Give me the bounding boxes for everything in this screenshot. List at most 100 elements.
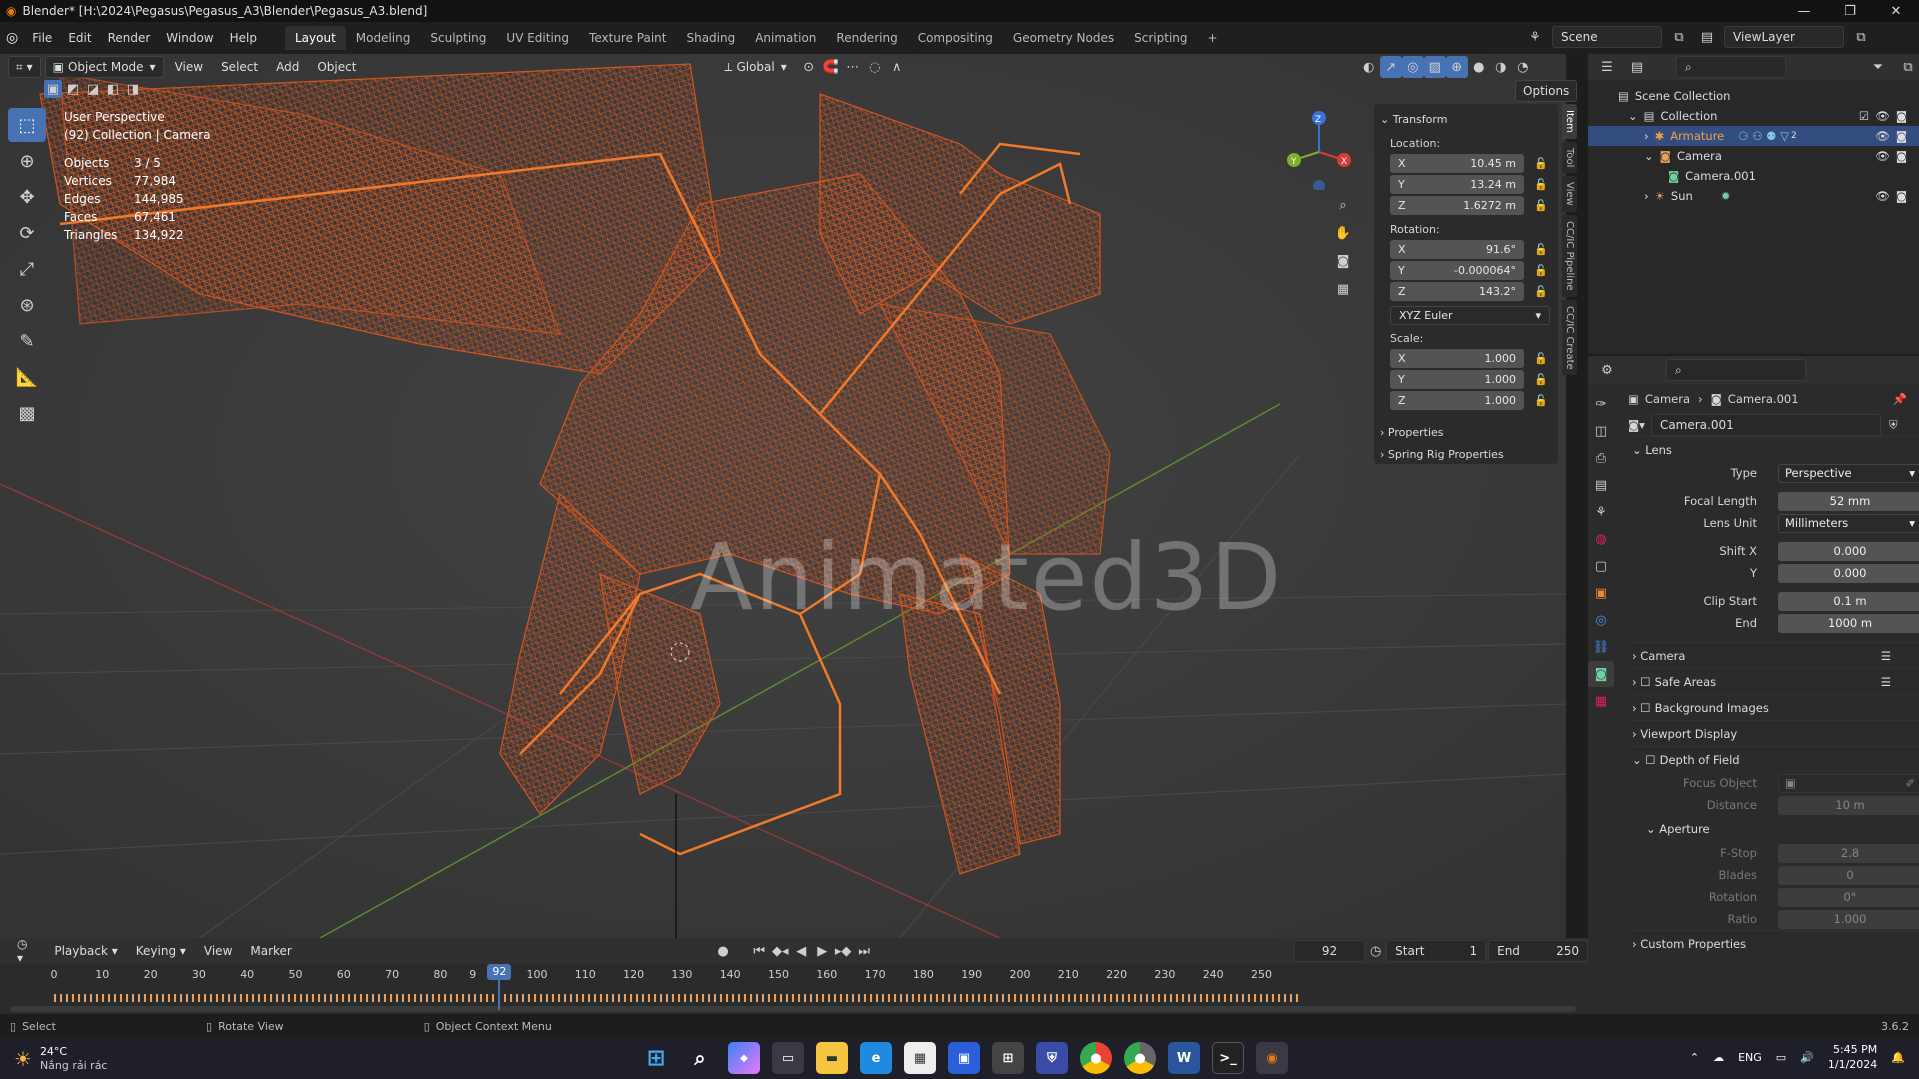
menu-playback[interactable]: Playback ▾ xyxy=(47,940,124,962)
world-tab-icon[interactable]: ◍ xyxy=(1588,526,1614,552)
clock-icon[interactable]: ◷ xyxy=(1365,940,1386,962)
focus-object-field[interactable]: ▣ ✐ xyxy=(1778,773,1919,793)
list-icon[interactable]: ☰ xyxy=(1881,675,1891,689)
proportional-edit-icon[interactable]: ◌ xyxy=(864,56,886,78)
windows-start-icon[interactable]: ⊞ xyxy=(640,1042,672,1074)
shift-y-field[interactable]: 0.000 xyxy=(1778,563,1919,583)
constraint-tab-icon[interactable]: ⛓ xyxy=(1588,634,1614,660)
eye-icon[interactable]: 👁 xyxy=(1875,129,1890,143)
prev-keyframe-icon[interactable]: ◆◂ xyxy=(770,940,791,962)
transform-tool-icon[interactable]: ⊛ xyxy=(8,288,46,322)
aperture-subpanel[interactable]: ⌄ Aperture xyxy=(1628,816,1919,842)
tab-tool[interactable]: Tool xyxy=(1562,141,1577,174)
menu-render[interactable]: Render xyxy=(100,31,159,45)
camera-render-icon[interactable]: ◙ xyxy=(1896,129,1907,143)
lock-icon[interactable]: 🔓 xyxy=(1534,157,1548,170)
measure-tool-icon[interactable]: 📐 xyxy=(8,360,46,394)
menu-timeline-view[interactable]: View xyxy=(197,940,239,962)
ortho-grid-icon[interactable]: ▦ xyxy=(1332,278,1354,300)
material-shading-icon[interactable]: ◑ xyxy=(1490,56,1512,78)
pan-hand-icon[interactable]: ✋ xyxy=(1332,222,1354,244)
annotate-tool-icon[interactable]: ✎ xyxy=(8,324,46,358)
menu-keying[interactable]: Keying ▾ xyxy=(129,940,193,962)
falloff-icon[interactable]: ∧ xyxy=(886,56,908,78)
distance-field[interactable]: 10 m xyxy=(1778,795,1919,815)
close-button[interactable]: ✕ xyxy=(1873,0,1919,22)
select-new-icon[interactable]: ▣ xyxy=(44,80,62,98)
filter-icon[interactable]: ⏷ xyxy=(1867,56,1889,78)
location-x-field[interactable]: X 10.45 m xyxy=(1390,154,1524,173)
texture-tab-icon[interactable]: ▦ xyxy=(1588,688,1614,714)
checkbox-icon[interactable]: ☐ xyxy=(1645,753,1655,767)
terminal-icon[interactable]: >_ xyxy=(1212,1042,1244,1074)
snap-target-icon[interactable]: ⋯ xyxy=(842,56,864,78)
rotation-y-field[interactable]: Y -0.000064° xyxy=(1390,261,1524,280)
orientation-selector[interactable]: ⟂ Global ▾ xyxy=(717,56,793,78)
cursor-tool-icon[interactable]: ⊕ xyxy=(8,144,46,178)
overlay-toggle-icon[interactable]: ◎ xyxy=(1401,56,1424,78)
outliner-item-armature[interactable]: › ✱ Armature ⚆ ⚇ ⚉ ▽ 2 👁 ◙ xyxy=(1588,126,1919,146)
ratio-field[interactable]: 1.000 xyxy=(1778,909,1919,929)
lock-icon[interactable]: 🔓 xyxy=(1534,264,1548,277)
outliner-item-sun[interactable]: › ☀ Sun ✹ 👁 ◙ xyxy=(1588,186,1919,206)
weather-widget[interactable]: ☀ 24°C Nắng rải rác xyxy=(14,1045,107,1073)
tab-texture-paint[interactable]: Texture Paint xyxy=(579,26,676,50)
word-icon[interactable]: W xyxy=(1168,1042,1200,1074)
security-shield-icon[interactable]: ⛨ xyxy=(1036,1042,1068,1074)
checkbox-icon[interactable]: ☑ xyxy=(1859,109,1869,123)
camera-data-tab-icon[interactable]: ◙ xyxy=(1588,661,1614,687)
eye-icon[interactable]: 👁 xyxy=(1875,189,1890,203)
outliner-item-collection[interactable]: ⌄ ▤ Collection ☑ 👁 ◙ xyxy=(1588,106,1919,126)
store-icon[interactable]: ▣ xyxy=(948,1042,980,1074)
properties-panel-header[interactable]: › Properties xyxy=(1380,421,1552,443)
outliner-item-camera[interactable]: ⌄ ◙ Camera 👁 ◙ xyxy=(1588,146,1919,166)
blades-field[interactable]: 0 xyxy=(1778,865,1919,885)
chrome-icon[interactable]: ● xyxy=(1080,1042,1112,1074)
notification-bell-icon[interactable]: 🔔 xyxy=(1891,1051,1905,1064)
focal-length-field[interactable]: 52 mm xyxy=(1778,491,1919,511)
menu-window[interactable]: Window xyxy=(158,31,221,45)
new-collection-icon[interactable]: ⧉ xyxy=(1897,56,1919,78)
tab-item[interactable]: Item xyxy=(1562,104,1577,139)
fake-user-shield-icon[interactable]: ⛨ xyxy=(1889,418,1898,433)
navigation-gizmo[interactable]: Z X Y xyxy=(1284,110,1354,192)
location-z-field[interactable]: Z 1.6272 m xyxy=(1390,196,1524,215)
timeline-scrollbar[interactable] xyxy=(10,1006,1576,1012)
aperture-rotation-field[interactable]: 0° xyxy=(1778,887,1919,907)
output-tab-icon[interactable]: ⎙ xyxy=(1588,445,1614,471)
scale-tool-icon[interactable]: ⤢ xyxy=(8,252,46,286)
viewlayer-selector[interactable]: ViewLayer xyxy=(1724,26,1844,48)
shift-x-field[interactable]: 0.000 xyxy=(1778,541,1919,561)
camera-data-icon[interactable]: ◙▾ xyxy=(1628,418,1645,432)
playhead[interactable]: 92 xyxy=(487,964,512,1010)
language-indicator[interactable]: ENG xyxy=(1738,1051,1762,1064)
clip-start-field[interactable]: 0.1 m xyxy=(1778,591,1919,611)
scene-icon[interactable]: ⚘ xyxy=(1524,26,1546,48)
timeline-editor-type-button[interactable]: ◷ ▾ xyxy=(10,937,43,965)
scale-y-field[interactable]: Y 1.000 xyxy=(1390,370,1524,389)
office-icon[interactable]: ⊞ xyxy=(992,1042,1024,1074)
chevron-up-icon[interactable]: ⌃ xyxy=(1690,1051,1699,1064)
lock-icon[interactable]: 🔓 xyxy=(1534,394,1548,407)
scale-x-field[interactable]: X 1.000 xyxy=(1390,349,1524,368)
background-images-subpanel[interactable]: › ☐ Background Images xyxy=(1628,694,1919,720)
taskview-icon[interactable]: ▭ xyxy=(772,1042,804,1074)
lock-icon[interactable]: 🔓 xyxy=(1534,285,1548,298)
editor-type-button[interactable]: ⌗ ▾ xyxy=(8,56,41,78)
menu-view[interactable]: View xyxy=(168,56,210,78)
tab-view[interactable]: View xyxy=(1562,176,1577,212)
chrome-dev-icon[interactable]: ● xyxy=(1124,1042,1156,1074)
lens-unit-select[interactable]: Millimeters ▾ xyxy=(1778,513,1919,533)
minimize-button[interactable]: — xyxy=(1781,0,1827,22)
select-subtract-icon[interactable]: ◪ xyxy=(84,80,102,98)
record-icon[interactable]: ● xyxy=(713,940,734,962)
render-tab-icon[interactable]: ◫ xyxy=(1588,418,1614,444)
eye-icon[interactable]: 👁 xyxy=(1875,149,1890,163)
list-icon[interactable]: ☰ xyxy=(1881,649,1891,663)
camera-render-icon[interactable]: ◙ xyxy=(1896,149,1907,163)
options-button[interactable]: Options xyxy=(1515,80,1581,102)
tab-scripting[interactable]: Scripting xyxy=(1124,26,1197,50)
spring-rig-panel-header[interactable]: › Spring Rig Properties xyxy=(1380,443,1552,465)
jump-start-icon[interactable]: ⏮ xyxy=(749,940,770,962)
tab-rendering[interactable]: Rendering xyxy=(826,26,907,50)
